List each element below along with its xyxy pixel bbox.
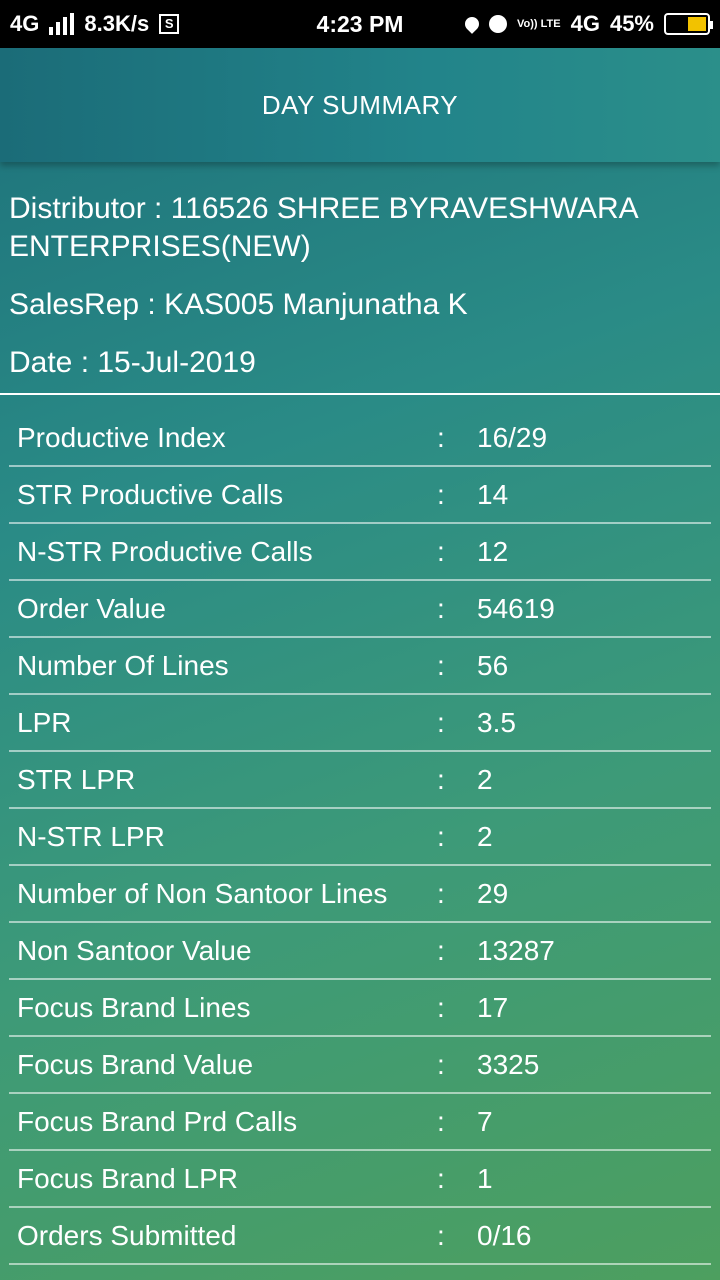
signal-icon xyxy=(49,13,75,35)
summary-row: Focus Brand Value:3325 xyxy=(9,1037,711,1094)
summary-value: 3325 xyxy=(477,1048,540,1080)
page-title: DAY SUMMARY xyxy=(261,89,459,120)
summary-separator: : xyxy=(437,1048,445,1080)
summary-value: 56 xyxy=(477,649,509,681)
divider xyxy=(0,393,720,395)
summary-label: Productive Index xyxy=(17,421,226,453)
summary-table: Productive Index:16/29 STR Productive Cal… xyxy=(9,410,711,1265)
summary-separator: : xyxy=(437,991,445,1023)
summary-row: Orders Submitted:0/16 xyxy=(9,1208,711,1265)
summary-label: STR Productive Calls xyxy=(17,478,284,510)
summary-separator: : xyxy=(437,592,445,624)
battery-percent: 45% xyxy=(609,11,654,36)
summary-separator: : xyxy=(437,763,445,795)
summary-label: N-STR LPR xyxy=(17,820,165,852)
network-type-2: 4G xyxy=(570,11,600,36)
battery-icon xyxy=(664,13,713,35)
summary-separator: : xyxy=(437,877,445,909)
summary-label: Orders Submitted xyxy=(17,1219,237,1251)
summary-value: 12 xyxy=(477,535,509,567)
summary-separator: : xyxy=(437,1162,445,1194)
summary-separator: : xyxy=(437,1105,445,1137)
summary-row: STR LPR:2 xyxy=(9,752,711,809)
summary-label: Number Of Lines xyxy=(17,649,229,681)
salesrep-text: SalesRep : KAS005 Manjunatha K xyxy=(9,288,468,321)
summary-separator: : xyxy=(437,706,445,738)
distributor-text: Distributor : 116526 SHREE BYRAVESHWARA … xyxy=(9,192,638,263)
date-text: Date : 15-Jul-2019 xyxy=(9,346,256,379)
summary-label: Non Santoor Value xyxy=(17,934,252,966)
summary-label: Focus Brand LPR xyxy=(17,1162,238,1194)
summary-row: Number Of Lines:56 xyxy=(9,638,711,695)
summary-row: Non Santoor Value:13287 xyxy=(9,923,711,980)
summary-value: 16/29 xyxy=(477,421,548,453)
info-block: Distributor : 116526 SHREE BYRAVESHWARA … xyxy=(9,190,709,379)
summary-separator: : xyxy=(437,934,445,966)
summary-row: Order Value:54619 xyxy=(9,581,711,638)
summary-label: Number of Non Santoor Lines xyxy=(17,877,388,909)
summary-separator: : xyxy=(437,478,445,510)
summary-separator: : xyxy=(437,649,445,681)
summary-label: LPR xyxy=(17,706,72,738)
summary-value: 13287 xyxy=(477,934,555,966)
status-bar: 4G 8.3K/s S 4:23 PM Vo)) LTE 4G 45% xyxy=(0,0,720,48)
summary-value: 0/16 xyxy=(477,1219,532,1251)
summary-value: 7 xyxy=(477,1105,493,1137)
summary-value: 1 xyxy=(477,1162,493,1194)
s-notification-icon: S xyxy=(159,14,180,34)
summary-label: Focus Brand Lines xyxy=(17,991,251,1023)
summary-row: N-STR Productive Calls:12 xyxy=(9,524,711,581)
summary-value: 29 xyxy=(477,877,509,909)
summary-value: 3.5 xyxy=(477,706,516,738)
summary-row: N-STR LPR:2 xyxy=(9,809,711,866)
summary-separator: : xyxy=(437,421,445,453)
summary-value: 54619 xyxy=(477,592,555,624)
network-type: 4G xyxy=(10,11,40,36)
summary-separator: : xyxy=(437,1219,445,1251)
summary-label: STR LPR xyxy=(17,763,136,795)
summary-value: 2 xyxy=(477,763,493,795)
summary-separator: : xyxy=(437,535,445,567)
summary-label: Order Value xyxy=(17,592,166,624)
alarm-icon xyxy=(489,15,507,33)
volte-icon: Vo)) LTE xyxy=(517,17,561,30)
summary-row: STR Productive Calls:14 xyxy=(9,467,711,524)
summary-row: Number of Non Santoor Lines:29 xyxy=(9,866,711,923)
app-header: DAY SUMMARY xyxy=(0,48,720,162)
summary-row: Focus Brand Prd Calls:7 xyxy=(9,1094,711,1151)
summary-row: Focus Brand Lines:17 xyxy=(9,980,711,1037)
summary-row: Productive Index:16/29 xyxy=(9,410,711,467)
summary-label: Focus Brand Prd Calls xyxy=(17,1105,298,1137)
summary-row: LPR:3.5 xyxy=(9,695,711,752)
data-speed: 8.3K/s xyxy=(84,11,150,36)
summary-value: 2 xyxy=(477,820,493,852)
summary-value: 14 xyxy=(477,478,509,510)
location-icon xyxy=(462,14,482,34)
summary-label: N-STR Productive Calls xyxy=(17,535,313,567)
summary-separator: : xyxy=(437,820,445,852)
summary-label: Focus Brand Value xyxy=(17,1048,254,1080)
summary-row: Focus Brand LPR:1 xyxy=(9,1151,711,1208)
summary-value: 17 xyxy=(477,991,509,1023)
